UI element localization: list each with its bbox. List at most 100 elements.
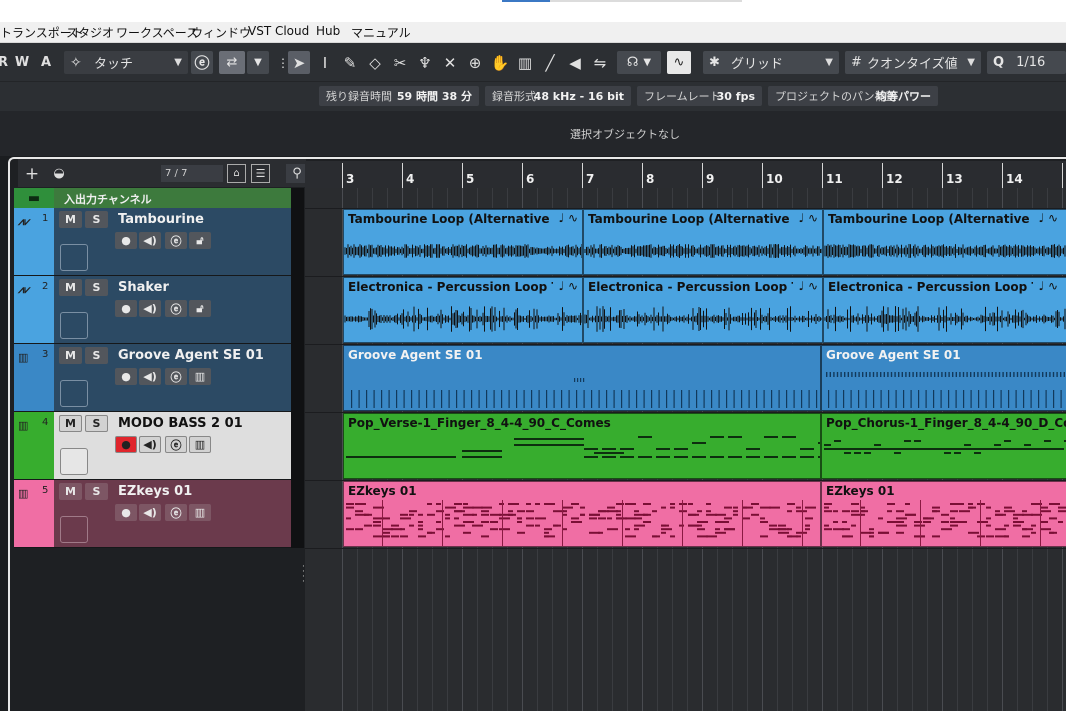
speaker-icon[interactable]: ◀ (564, 51, 586, 74)
quantize-value-select[interactable]: Q 1/16 (987, 51, 1066, 74)
edit-instrument-icon[interactable]: ▥ (189, 368, 211, 385)
track-row[interactable]: ⩘⩗ 2 M S Shaker ● ◀) ⓔ 🔓︎ (14, 276, 291, 344)
record-format-info[interactable]: 録音形式 48 kHz - 16 bit (485, 86, 631, 106)
write-button[interactable]: W (11, 51, 33, 74)
range-icon[interactable]: I (314, 51, 336, 74)
snap-icon[interactable]: ⇄ (219, 51, 245, 74)
audio-event[interactable]: Electronica - Percussion Loop ToyShaker … (583, 277, 823, 343)
monitor-icon[interactable]: ◀) (139, 232, 161, 249)
menu-vst-cloud[interactable]: VST Cloud (248, 24, 309, 38)
snap-curve-icon[interactable]: ∿ (667, 51, 691, 74)
monitor-icon[interactable]: ◀) (139, 300, 161, 317)
record-enable-icon[interactable]: ● (115, 232, 137, 249)
audio-event[interactable]: Tambourine Loop (Alternative - Tambourin… (583, 209, 823, 275)
glue-icon[interactable]: ♆ (414, 51, 436, 74)
audio-event[interactable]: Electronica - Percussion Loop ToyShaker … (343, 277, 583, 343)
ruler-tick (702, 163, 703, 188)
solo-button[interactable]: S (85, 483, 108, 500)
menu-window[interactable]: ウィンドウ (191, 24, 251, 41)
edit-channel-icon[interactable]: ⓔ (165, 232, 187, 249)
list-icon[interactable]: ☰ (251, 164, 270, 183)
menu-workspace[interactable]: ワークスペース (116, 24, 198, 41)
menu-studio[interactable]: スタジオ (66, 24, 114, 41)
track-name[interactable]: EZkeys 01 (118, 484, 192, 499)
ruler-tick (882, 163, 883, 188)
edit-instrument-icon[interactable]: ▥ (189, 436, 211, 453)
track-row[interactable]: ▥ 5 M S EZkeys 01 ● ◀) ⓔ ▥ (14, 480, 291, 548)
midi-part[interactable]: Groove Agent SE 01 (821, 345, 1066, 411)
edit-channel-icon[interactable]: ⓔ (165, 368, 187, 385)
mute-button[interactable]: M (59, 483, 82, 500)
mute-button[interactable]: M (59, 415, 82, 432)
pointer-icon[interactable]: ➤ (288, 51, 310, 74)
track-presets-icon[interactable]: ◒ (48, 164, 70, 183)
audio-event[interactable]: Electronica - Percussion Loop ToyShaker … (823, 277, 1066, 343)
part-name: Groove Agent SE 01 (348, 348, 483, 362)
track-name[interactable]: Shaker (118, 280, 169, 295)
edit-channel-icon[interactable]: ⓔ (165, 436, 187, 453)
scissors-icon[interactable]: ✂ (389, 51, 411, 74)
monitor-icon[interactable]: ◀) (139, 436, 161, 453)
lock-icon[interactable]: 🔓︎ (189, 300, 211, 317)
solo-button[interactable]: S (85, 211, 108, 228)
midi-part[interactable]: Pop_Chorus-1_Finger_8_4-4_90_D_Comes (821, 413, 1066, 479)
track-row[interactable]: ⩘⩗ 1 M S Tambourine ● ◀) ⓔ 🔓︎ (14, 208, 291, 276)
mute-x-icon[interactable]: ✕ (439, 51, 461, 74)
timeline-ruler[interactable]: 3 4 5 6 7 8 9 10 11 12 13 14 (305, 161, 1066, 188)
audio-event[interactable]: Tambourine Loop (Alternative - Tambourin… (343, 209, 583, 275)
quantize-type-select[interactable]: # クオンタイズ値 ▼ (845, 51, 981, 74)
eraser-icon[interactable]: ◇ (364, 51, 386, 74)
midi-part[interactable]: EZkeys 01 (343, 481, 821, 547)
line-icon[interactable]: ╱ (539, 51, 561, 74)
comp-icon[interactable]: ▥ (514, 51, 536, 74)
automation-button[interactable]: A (35, 51, 57, 74)
track-row[interactable]: ▥ 3 M S Groove Agent SE 01 ● ◀) ⓔ ▥ (14, 344, 291, 412)
menu-manual[interactable]: マニュアル (351, 24, 411, 41)
record-enable-icon[interactable]: ● (115, 436, 137, 453)
track-name[interactable]: Groove Agent SE 01 (118, 348, 264, 363)
solo-button[interactable]: S (85, 347, 108, 364)
hand-icon[interactable]: ✋ (489, 51, 511, 74)
midi-part[interactable]: Groove Agent SE 01 (343, 345, 821, 411)
pencil-icon[interactable]: ✎ (339, 51, 361, 74)
frame-rate-info[interactable]: フレームレート 30 fps (637, 86, 762, 106)
mute-button[interactable]: M (59, 279, 82, 296)
zoom-icon[interactable]: ⊕ (464, 51, 486, 74)
mute-button[interactable]: M (59, 347, 82, 364)
track-name[interactable]: Tambourine (118, 212, 204, 227)
chord-icon[interactable]: ☊ ▼ (617, 51, 661, 74)
midi-part[interactable]: Pop_Verse-1_Finger_8_4-4_90_C_Comes (343, 413, 821, 479)
edit-channel-icon[interactable]: ⓔ (165, 300, 187, 317)
visibility-agent-icon[interactable]: ⌂ (227, 164, 246, 183)
solo-button[interactable]: S (85, 279, 108, 296)
audio-event[interactable]: Tambourine Loop (Alternative - Tambourin… (823, 209, 1066, 275)
midi-part[interactable]: EZkeys 01 (821, 481, 1066, 547)
lock-icon[interactable]: 🔓︎ (189, 232, 211, 249)
automation-mode-select[interactable]: ✧ タッチ ▼ (64, 51, 188, 74)
monitor-icon[interactable]: ◀) (139, 504, 161, 521)
track-row[interactable]: ▥ 4 M S MODO BASS 2 01 ● ◀) ⓔ ▥ (14, 412, 291, 480)
tracklist-scrollbar[interactable] (291, 188, 304, 548)
e-icon[interactable]: ⓔ (191, 51, 213, 74)
record-enable-icon[interactable]: ● (115, 368, 137, 385)
add-track-icon[interactable]: + (23, 164, 41, 184)
midi-notes (346, 436, 820, 458)
record-enable-icon[interactable]: ● (115, 300, 137, 317)
mute-button[interactable]: M (59, 211, 82, 228)
pan-law-info[interactable]: プロジェクトのパン補正 均等パワー (768, 86, 938, 106)
warp-icon[interactable]: ⇋ (589, 51, 611, 74)
title-bar (0, 0, 1066, 22)
edit-channel-icon[interactable]: ⓔ (165, 504, 187, 521)
instrument-keys-icon: ▥ (18, 351, 29, 364)
track-visibility-count[interactable]: 7 / 7 (161, 165, 223, 182)
record-enable-icon[interactable]: ● (115, 504, 137, 521)
monitor-icon[interactable]: ◀) (139, 368, 161, 385)
snap-type-select[interactable]: ✱ グリッド ▼ (703, 51, 839, 74)
edit-instrument-icon[interactable]: ▥ (189, 504, 211, 521)
chevron-down-icon[interactable]: ▼ (247, 51, 269, 74)
solo-button[interactable]: S (85, 415, 108, 432)
event-display[interactable]: Tambourine Loop (Alternative - Tambourin… (305, 188, 1066, 711)
track-name[interactable]: MODO BASS 2 01 (118, 416, 243, 431)
menu-hub[interactable]: Hub (316, 24, 340, 38)
ruler-tick (1062, 163, 1063, 188)
